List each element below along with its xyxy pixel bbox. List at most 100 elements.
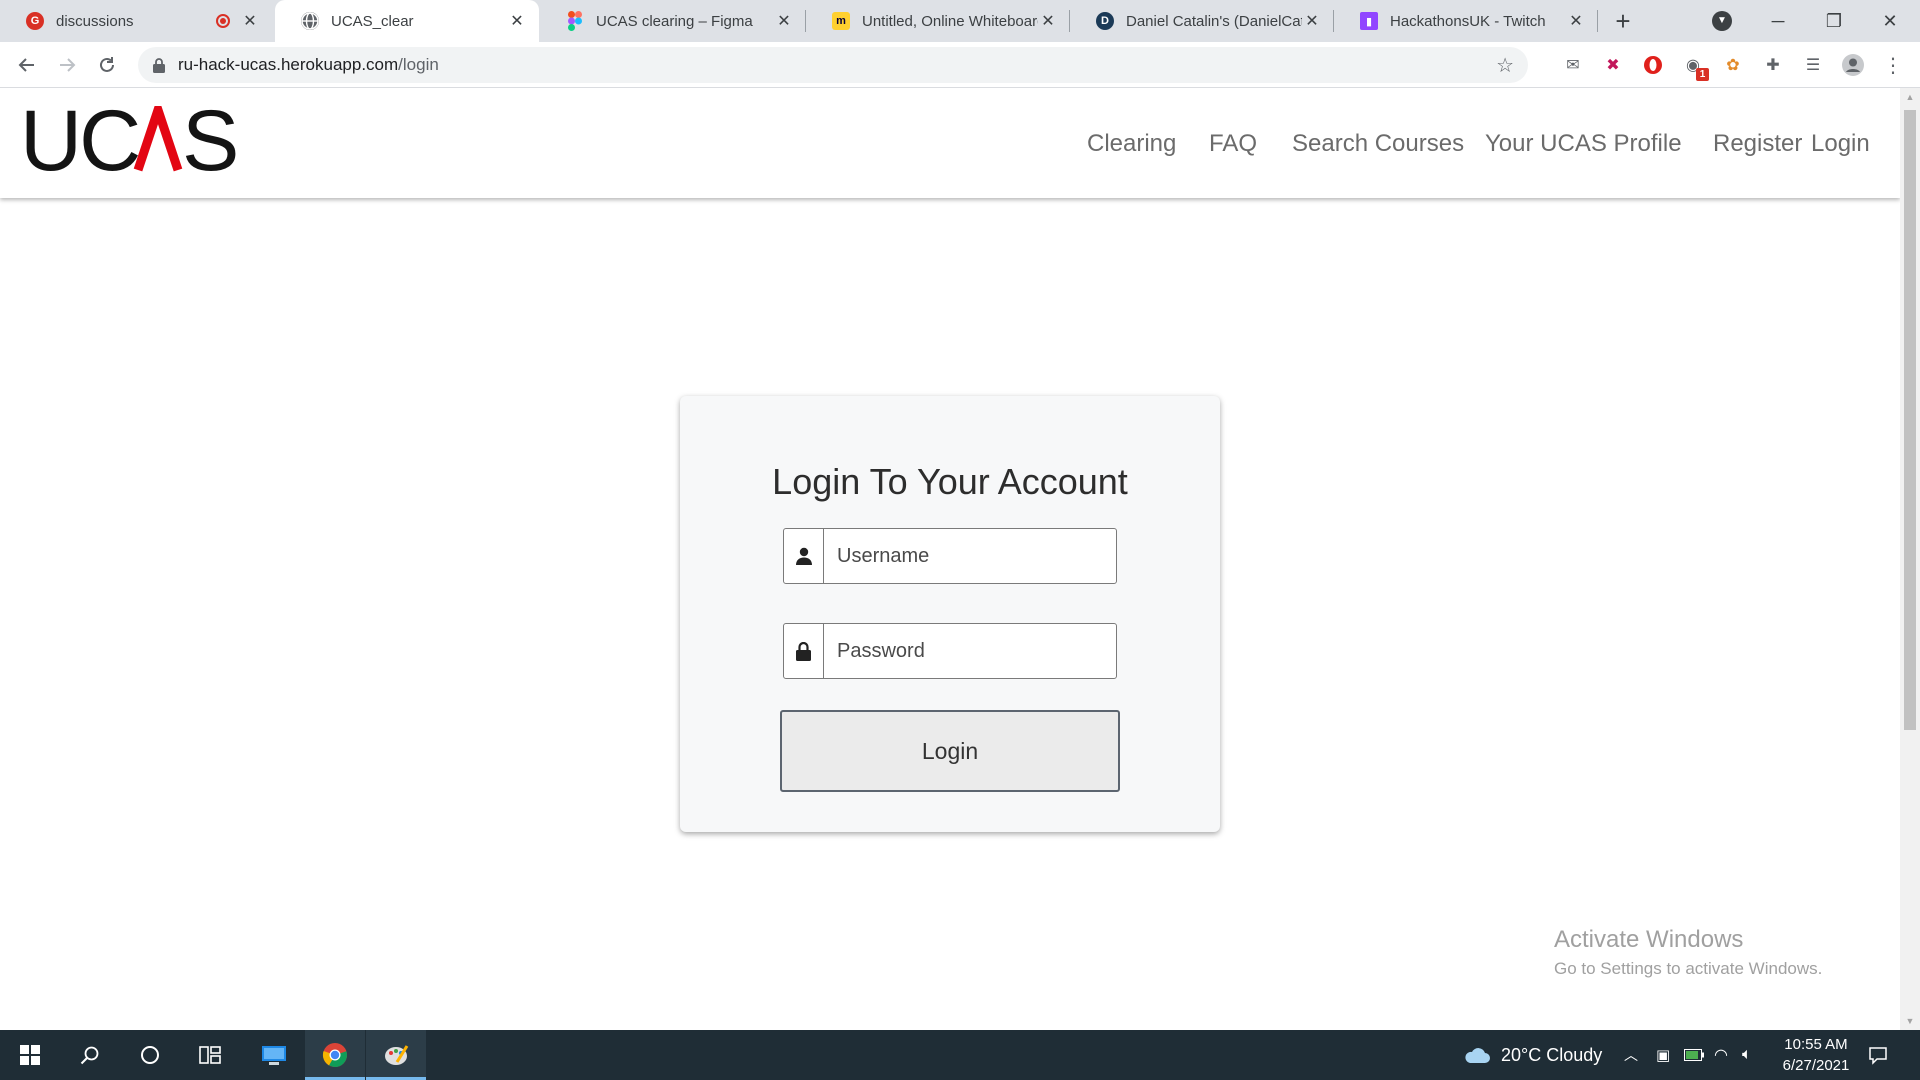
close-icon[interactable]: ✕ bbox=[240, 11, 260, 31]
url-path: /login bbox=[398, 55, 439, 74]
back-button[interactable] bbox=[12, 50, 42, 80]
clock-time: 10:55 AM bbox=[1784, 1036, 1848, 1053]
nav-your-ucas-profile[interactable]: Your UCAS Profile bbox=[1485, 130, 1682, 158]
figma-icon bbox=[566, 11, 584, 31]
forward-button[interactable] bbox=[52, 50, 82, 80]
password-field bbox=[783, 623, 1117, 679]
minimize-button[interactable]: ─ bbox=[1750, 0, 1806, 42]
password-input[interactable] bbox=[824, 624, 1116, 678]
nav-search-courses[interactable]: Search Courses bbox=[1292, 130, 1464, 158]
tab-twitch[interactable]: ▮ HackathonsUK - Twitch ✕ bbox=[1334, 0, 1598, 42]
show-hidden-icons-chevron-icon[interactable]: ︿ bbox=[1624, 1030, 1638, 1080]
scroll-down-arrow-icon[interactable]: ▼ bbox=[1900, 1012, 1920, 1030]
close-icon[interactable]: ✕ bbox=[1302, 11, 1322, 31]
extension-badge: 1 bbox=[1696, 68, 1709, 81]
bookmark-star-icon[interactable]: ☆ bbox=[1496, 53, 1514, 78]
web-page: UC S Clearing FAQ Search Courses Your UC… bbox=[0, 88, 1900, 1030]
tab-title: Untitled, Online Whiteboard bbox=[862, 12, 1038, 30]
media-queue-icon[interactable]: ☰ bbox=[1801, 53, 1825, 77]
login-title: Login To Your Account bbox=[772, 461, 1128, 502]
reload-button[interactable] bbox=[92, 50, 122, 80]
svg-text:S: S bbox=[182, 106, 239, 176]
puzzle-extensions-icon[interactable]: ✚ bbox=[1761, 53, 1785, 77]
recording-icon bbox=[216, 14, 230, 28]
activate-windows-watermark: Activate Windows Go to Settings to activ… bbox=[1554, 926, 1822, 979]
arrow-left-icon bbox=[18, 58, 34, 72]
close-icon[interactable]: ✕ bbox=[1038, 11, 1058, 31]
weather-text: 20°C Cloudy bbox=[1501, 1044, 1603, 1065]
close-window-button[interactable]: ✕ bbox=[1862, 0, 1918, 42]
cookie-extension-icon[interactable]: ✿ bbox=[1721, 53, 1745, 77]
lock-icon bbox=[784, 624, 824, 678]
tab-figma[interactable]: UCAS clearing – Figma ✕ bbox=[540, 0, 806, 42]
close-icon[interactable]: ✕ bbox=[774, 11, 794, 31]
taskbar-clock[interactable]: 10:55 AM 6/27/2021 bbox=[1770, 1034, 1862, 1076]
browser-tab-strip: G discussions ✕ UCAS_clear ✕ UCAS cleari… bbox=[0, 0, 1920, 42]
svg-text:UC: UC bbox=[20, 106, 138, 176]
ucas-logo[interactable]: UC S bbox=[20, 93, 246, 189]
login-submit-button[interactable]: Login bbox=[780, 710, 1120, 792]
x-extension-icon[interactable]: ✖ bbox=[1601, 53, 1625, 77]
mail-extension-icon[interactable]: ✉ bbox=[1561, 53, 1585, 77]
nav-faq[interactable]: FAQ bbox=[1209, 130, 1257, 158]
tab-ucas-clear[interactable]: UCAS_clear ✕ bbox=[275, 0, 539, 42]
hangouts-icon: G bbox=[26, 12, 44, 30]
tab-title: Daniel Catalin's (DanielCatalin bbox=[1126, 12, 1302, 30]
arrow-right-icon bbox=[60, 58, 76, 72]
tab-title: UCAS clearing – Figma bbox=[596, 12, 753, 30]
url-text: ru-hack-ucas.herokuapp.com/login bbox=[178, 55, 439, 75]
lock-icon bbox=[152, 57, 166, 73]
windows-taskbar: 20°C Cloudy ︿ ▣ ◠ 🔈︎ 10:55 AM 6/27/2021 bbox=[0, 1030, 1920, 1080]
timer-extension-icon[interactable]: ◉ 1 bbox=[1681, 53, 1709, 81]
reload-icon bbox=[100, 57, 114, 72]
d-icon: D bbox=[1096, 12, 1114, 30]
volume-icon[interactable]: 🔈︎ bbox=[1742, 1030, 1752, 1080]
battery-icon[interactable] bbox=[1684, 1030, 1704, 1080]
search-icon[interactable] bbox=[60, 1030, 120, 1080]
nav-clearing[interactable]: Clearing bbox=[1087, 130, 1176, 158]
windows-start-icon[interactable] bbox=[0, 1030, 60, 1080]
chrome-taskbar-icon[interactable] bbox=[305, 1030, 365, 1080]
tab-discussions[interactable]: G discussions ✕ bbox=[0, 0, 272, 42]
task-view-icon[interactable] bbox=[180, 1030, 240, 1080]
cloud-icon bbox=[1465, 1048, 1490, 1063]
tab-title: UCAS_clear bbox=[331, 12, 414, 30]
new-tab-button[interactable]: + bbox=[1610, 8, 1636, 35]
page-scrollbar[interactable]: ▲ ▼ bbox=[1900, 88, 1920, 1030]
restore-button[interactable]: ❐ bbox=[1806, 0, 1862, 42]
weather-widget[interactable]: 20°C Cloudy bbox=[1463, 1030, 1602, 1080]
scrollbar-thumb[interactable] bbox=[1904, 110, 1916, 730]
login-card: Login To Your Account Login bbox=[680, 396, 1220, 832]
tab-search-icon[interactable]: ▼ bbox=[1712, 11, 1732, 31]
address-bar[interactable]: ru-hack-ucas.herokuapp.com/login ☆ bbox=[138, 47, 1528, 83]
miro-icon: m bbox=[832, 12, 850, 30]
url-host: ru-hack-ucas.herokuapp.com bbox=[178, 55, 399, 74]
cortana-icon[interactable] bbox=[120, 1030, 180, 1080]
nav-register[interactable]: Register bbox=[1713, 130, 1802, 158]
notifications-icon[interactable] bbox=[1868, 1030, 1888, 1080]
tab-miro[interactable]: m Untitled, Online Whiteboard ✕ bbox=[806, 0, 1070, 42]
paint-app-icon[interactable] bbox=[366, 1030, 426, 1080]
file-explorer-icon[interactable] bbox=[244, 1030, 304, 1080]
nav-login[interactable]: Login bbox=[1811, 130, 1870, 158]
twitch-icon: ▮ bbox=[1360, 12, 1378, 30]
menu-dots-icon[interactable]: ⋮ bbox=[1881, 53, 1905, 77]
clock-date: 6/27/2021 bbox=[1782, 1057, 1850, 1074]
watermark-title: Activate Windows bbox=[1554, 926, 1744, 953]
site-header: UC S Clearing FAQ Search Courses Your UC… bbox=[0, 88, 1900, 198]
username-field bbox=[783, 528, 1117, 584]
username-input[interactable] bbox=[824, 529, 1116, 583]
wifi-icon[interactable]: ◠ bbox=[1714, 1030, 1728, 1080]
tab-title: discussions bbox=[56, 12, 134, 30]
close-icon[interactable]: ✕ bbox=[507, 11, 527, 31]
device-icon[interactable]: ▣ bbox=[1656, 1030, 1670, 1080]
opera-extension-icon[interactable] bbox=[1641, 53, 1665, 77]
tab-title: HackathonsUK - Twitch bbox=[1390, 12, 1546, 30]
browser-toolbar: ru-hack-ucas.herokuapp.com/login ☆ ✉ ✖ ◉… bbox=[0, 42, 1920, 88]
globe-icon bbox=[301, 12, 319, 30]
close-icon[interactable]: ✕ bbox=[1566, 11, 1586, 31]
profile-avatar-icon[interactable] bbox=[1841, 53, 1865, 77]
scroll-up-arrow-icon[interactable]: ▲ bbox=[1900, 88, 1920, 106]
tab-daniel-catalin[interactable]: D Daniel Catalin's (DanielCatalin ✕ bbox=[1070, 0, 1334, 42]
user-icon bbox=[784, 529, 824, 583]
